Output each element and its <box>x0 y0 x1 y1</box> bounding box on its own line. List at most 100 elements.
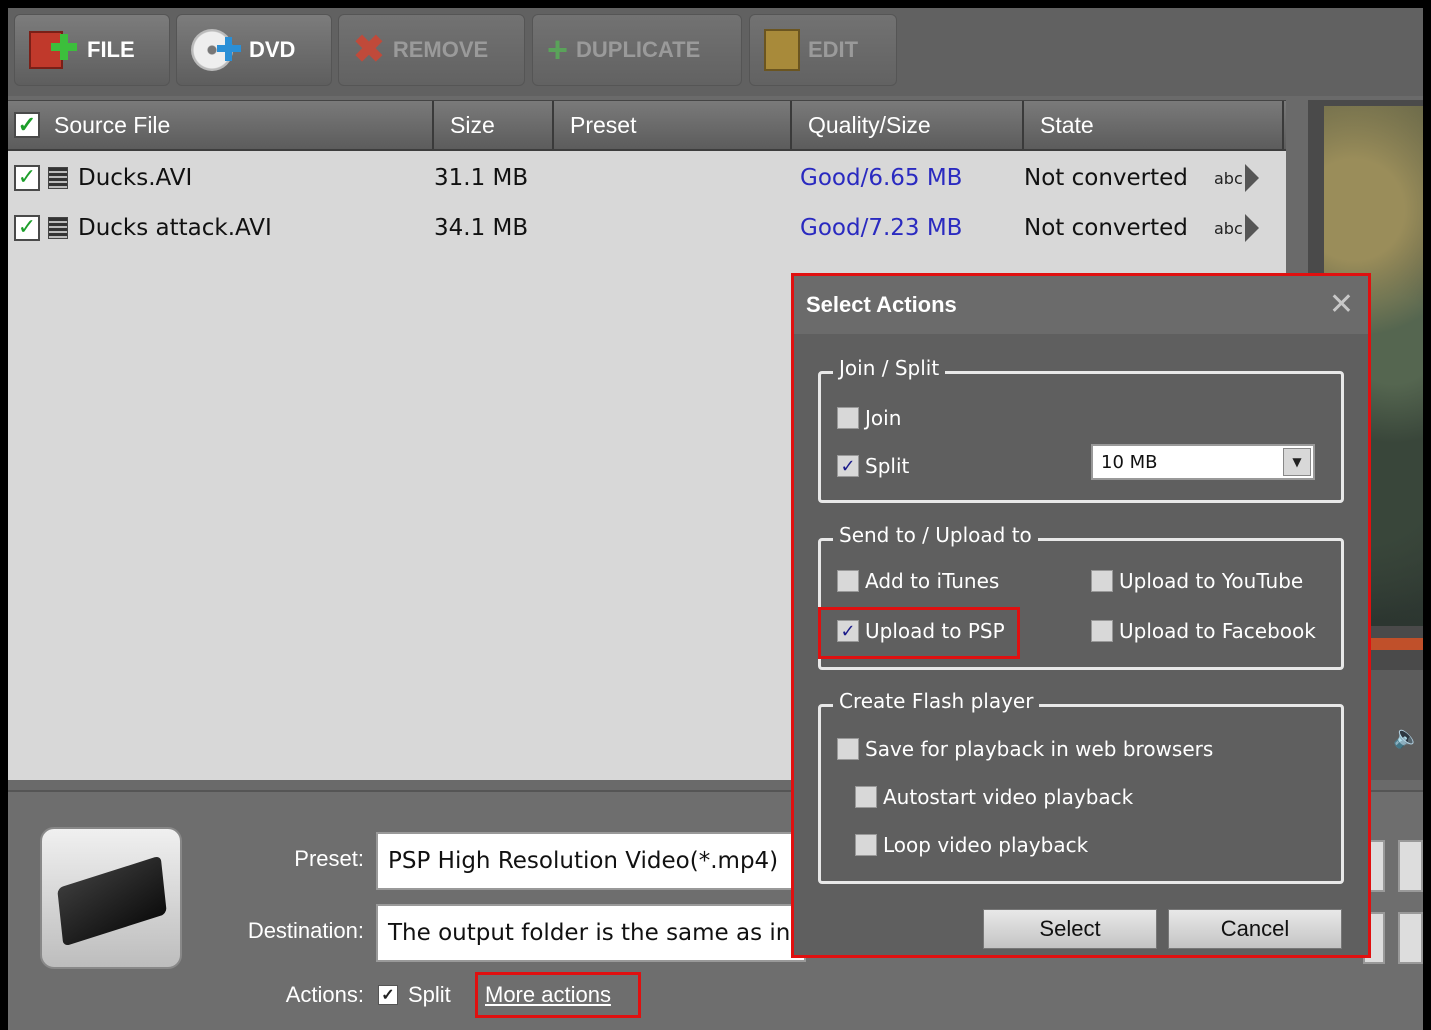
actions-label: Actions: <box>285 982 364 1007</box>
file-state: Not converted <box>1024 165 1188 191</box>
row-checkbox[interactable]: ✓ <box>14 165 40 191</box>
split-checkbox[interactable]: ✓ <box>378 985 398 1005</box>
edit-button[interactable]: EDIT <box>749 14 897 86</box>
quality-size-link[interactable]: Good/6.65 MB <box>800 165 1024 191</box>
save-web-checkbox[interactable] <box>837 738 859 760</box>
close-icon[interactable]: ✕ <box>1329 290 1354 320</box>
select-all-checkbox[interactable]: ✓ <box>14 112 40 138</box>
toolbar: FILE DVD ✖ REMOVE + DUPLICATE EDIT <box>8 8 1423 96</box>
column-size[interactable]: Size <box>434 101 554 149</box>
device-button[interactable] <box>40 827 182 969</box>
column-quality-label: Quality/Size <box>808 111 931 138</box>
preset-label: Preset: <box>294 846 364 871</box>
app-window: FILE DVD ✖ REMOVE + DUPLICATE EDIT ✓ Sou… <box>8 8 1423 1030</box>
file-label: FILE <box>87 37 135 62</box>
cancel-button[interactable]: Cancel <box>1168 909 1342 949</box>
rename-button[interactable]: abc <box>1214 164 1259 192</box>
loop-label: Loop video playback <box>883 833 1089 857</box>
remove-x-icon: ✖ <box>353 29 385 71</box>
psp-highlight <box>818 607 1020 659</box>
psp-device-icon <box>57 855 167 947</box>
split-size-value: 10 MB <box>1101 451 1158 473</box>
edit-label: EDIT <box>808 37 859 62</box>
column-size-label: Size <box>450 111 495 138</box>
row-checkbox[interactable]: ✓ <box>14 215 40 241</box>
file-size: 34.1 MB <box>434 215 529 241</box>
itunes-label: Add to iTunes <box>865 569 1000 593</box>
video-file-icon <box>48 217 68 239</box>
arrow-right-icon <box>1244 214 1259 242</box>
preset-select[interactable]: PSP High Resolution Video(*.mp4) <box>376 832 806 890</box>
itunes-option[interactable]: Add to iTunes <box>837 569 999 593</box>
column-quality-size[interactable]: Quality/Size <box>792 101 1024 149</box>
file-name: Ducks attack.AVI <box>78 215 272 241</box>
autostart-label: Autostart video playback <box>883 785 1134 809</box>
dialog-split-label: Split <box>865 454 910 478</box>
duplicate-plus-icon: + <box>547 29 569 70</box>
send-to-group: Send to / Upload to Add to iTunes Upload… <box>818 523 1344 670</box>
remove-label: REMOVE <box>392 37 489 62</box>
file-name: Ducks.AVI <box>78 165 193 191</box>
youtube-label: Upload to YouTube <box>1119 569 1304 593</box>
file-size: 31.1 MB <box>434 165 529 191</box>
split-size-select[interactable]: 10 MB ▼ <box>1091 444 1315 480</box>
select-actions-dialog: Select Actions ✕ Join / Split Join ✓ Spl… <box>791 273 1371 958</box>
table-row[interactable]: ✓ Ducks attack.AVI 34.1 MB Good/7.23 MB … <box>8 203 1286 253</box>
dialog-title: Select Actions <box>794 276 1368 334</box>
column-preset[interactable]: Preset <box>554 101 792 149</box>
table-row[interactable]: ✓ Ducks.AVI 31.1 MB Good/6.65 MB Not con… <box>8 153 1286 203</box>
join-label: Join <box>865 406 902 430</box>
browse-folder-button[interactable] <box>1398 912 1423 964</box>
list-header: ✓ Source File Size Preset Quality/Size S… <box>8 101 1286 151</box>
join-option[interactable]: Join <box>837 406 901 430</box>
send-to-title: Send to / Upload to <box>833 523 1038 547</box>
remove-button[interactable]: ✖ REMOVE <box>338 14 525 86</box>
column-state[interactable]: State <box>1024 101 1284 149</box>
more-actions-link[interactable]: More actions <box>485 982 611 1008</box>
facebook-label: Upload to Facebook <box>1119 619 1316 643</box>
rename-label: abc <box>1214 168 1243 188</box>
duplicate-label: DUPLICATE <box>576 37 701 62</box>
join-split-group: Join / Split Join ✓ Split 10 MB ▼ <box>818 356 1344 503</box>
split-label: Split <box>408 982 451 1007</box>
split-dialog-checkbox[interactable]: ✓ <box>837 455 859 477</box>
save-web-label: Save for playback in web browsers <box>865 737 1214 761</box>
column-preset-label: Preset <box>570 111 637 138</box>
loop-option[interactable]: Loop video playback <box>855 833 1088 857</box>
column-source-label: Source File <box>54 111 171 138</box>
flash-player-group: Create Flash player Save for playback in… <box>818 689 1344 884</box>
facebook-checkbox[interactable] <box>1091 620 1113 642</box>
column-state-label: State <box>1040 111 1094 138</box>
column-source-file[interactable]: ✓ Source File <box>8 101 434 149</box>
add-file-icon <box>29 27 79 73</box>
edit-clapper-icon <box>764 29 800 71</box>
youtube-option[interactable]: Upload to YouTube <box>1091 569 1303 593</box>
facebook-option[interactable]: Upload to Facebook <box>1091 619 1316 643</box>
dvd-disc-icon <box>191 27 241 73</box>
join-checkbox[interactable] <box>837 407 859 429</box>
destination-field[interactable]: The output folder is the same as in <box>376 904 806 962</box>
save-web-option[interactable]: Save for playback in web browsers <box>837 737 1213 761</box>
dvd-label: DVD <box>249 37 296 62</box>
add-dvd-button[interactable]: DVD <box>176 14 332 86</box>
split-option[interactable]: ✓ Split <box>837 454 909 478</box>
join-split-title: Join / Split <box>833 356 946 380</box>
file-state: Not converted <box>1024 215 1188 241</box>
video-file-icon <box>48 167 68 189</box>
preset-settings-button[interactable] <box>1398 840 1423 892</box>
flash-title: Create Flash player <box>833 689 1040 713</box>
autostart-checkbox[interactable] <box>855 786 877 808</box>
autostart-option[interactable]: Autostart video playback <box>855 785 1133 809</box>
select-button[interactable]: Select <box>983 909 1157 949</box>
duplicate-button[interactable]: + DUPLICATE <box>532 14 742 86</box>
speaker-icon[interactable]: 🔈 <box>1393 725 1423 755</box>
youtube-checkbox[interactable] <box>1091 570 1113 592</box>
chevron-down-icon[interactable]: ▼ <box>1283 448 1311 476</box>
rename-button[interactable]: abc <box>1214 214 1259 242</box>
destination-label: Destination: <box>247 918 364 943</box>
itunes-checkbox[interactable] <box>837 570 859 592</box>
loop-checkbox[interactable] <box>855 834 877 856</box>
arrow-right-icon <box>1244 164 1259 192</box>
quality-size-link[interactable]: Good/7.23 MB <box>800 215 1024 241</box>
add-file-button[interactable]: FILE <box>14 14 170 86</box>
